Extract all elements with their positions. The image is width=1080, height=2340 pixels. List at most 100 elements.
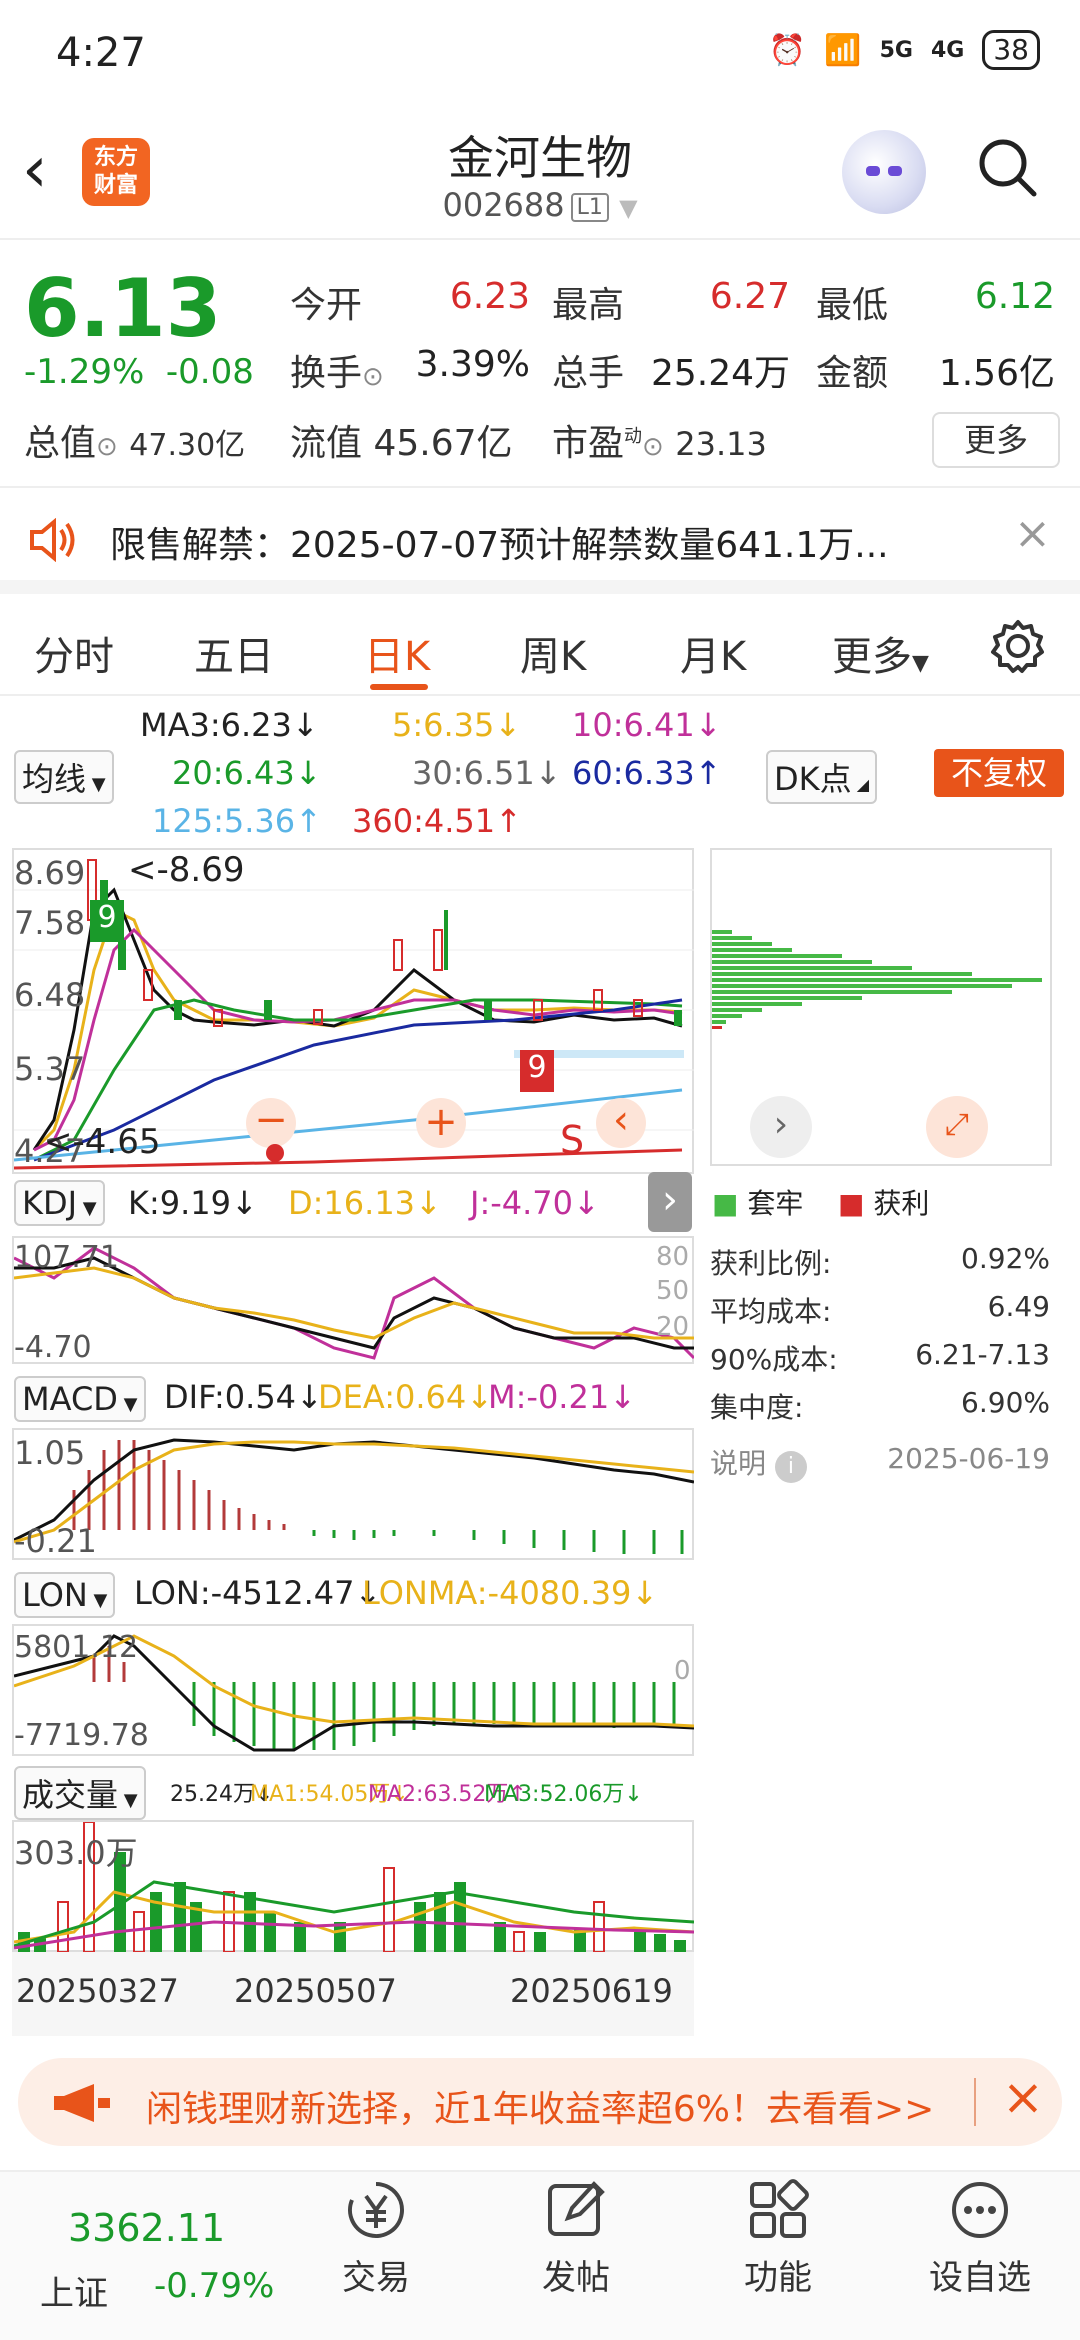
alarm-icon: ⏰ [768, 32, 807, 68]
settings-gear-icon[interactable] [990, 618, 1046, 674]
kdj-selector[interactable]: KDJ ▼ [14, 1180, 105, 1226]
ma360-legend: 360:4.51↑ [352, 802, 522, 840]
adjust-price-button[interactable]: 不复权 [934, 749, 1064, 797]
ma60-legend: 60:6.33↑ [572, 754, 722, 792]
current-price: 6.13 [24, 262, 222, 355]
lon-y-bottom: -7719.78 [14, 1718, 149, 1753]
info-icon: i [774, 1451, 807, 1483]
chip-distribution-chart: › ⤢ [710, 848, 1052, 1166]
pe-label: 市盈动⊙ 23.13 [552, 423, 767, 464]
kdj-ref-20: 20 [656, 1312, 690, 1342]
signal-5g-icon: 5G [879, 37, 913, 63]
kdj-d: D:16.13↓ [288, 1184, 442, 1222]
float-label: 流值 45.67亿 [290, 423, 513, 464]
amount-label: 金额 [816, 353, 889, 394]
macd-y-bottom: -0.21 [14, 1522, 97, 1560]
chip-next-button[interactable]: › [750, 1096, 812, 1158]
indicator-expand-button[interactable]: › [648, 1172, 692, 1232]
status-time: 4:27 [56, 30, 146, 76]
nav-add-watchlist[interactable]: 设自选 [910, 2178, 1050, 2299]
tab-monthly-k[interactable]: 月K [680, 624, 746, 682]
mktcap-label: 总值⊙ 47.30亿 [24, 423, 246, 464]
tab-weekly-k[interactable]: 周K [520, 624, 586, 682]
high-value: 6.27 [709, 276, 790, 317]
ma125-legend: 125:5.36↑ [152, 802, 322, 840]
macd-selector[interactable]: MACD ▼ [14, 1376, 146, 1422]
status-bar: 4:27 ⏰ 📶 5G 4G 38 [0, 0, 1080, 110]
ma3-legend: MA3:6.23↓ [140, 706, 319, 744]
search-icon[interactable] [976, 136, 1038, 198]
scroll-left-button[interactable]: ‹ [596, 1098, 646, 1148]
ma30-legend: 30:6.51↓ [412, 754, 562, 792]
float-value: 45.67亿 [373, 423, 513, 464]
quote-panel: 6.13 -1.29% -0.08 今开 6.23 最高 6.27 最低 6.1… [0, 242, 1080, 488]
volume-selector[interactable]: 成交量 ▼ [14, 1766, 146, 1820]
ma10-legend: 10:6.41↓ [572, 706, 722, 744]
promo-text: 闲钱理财新选择，近1年收益率超6%！去看看>> [146, 2089, 935, 2130]
kdj-ref-80: 80 [656, 1242, 690, 1272]
high-marker: <-8.69 [128, 850, 245, 890]
ma10-line [33, 927, 683, 1152]
nav-trade-label: 交易 [342, 2258, 410, 2298]
expand-icon[interactable]: ⤢ [926, 1096, 988, 1158]
tab-daily-k[interactable]: 日K [364, 624, 430, 682]
promo-divider [974, 2078, 976, 2126]
chevron-down-icon: ▼ [619, 194, 638, 222]
active-tab-indicator [370, 684, 428, 690]
zoom-in-button[interactable]: + [416, 1098, 466, 1148]
index-name: 上证 [40, 2274, 108, 2314]
macd-m: M:-0.21↓ [488, 1378, 636, 1416]
tab-timeshare[interactable]: 分时 [34, 624, 114, 682]
robot-assistant-icon[interactable] [842, 130, 926, 214]
level-tag: L1 [570, 192, 609, 222]
signal-4g-icon: 4G [930, 37, 965, 63]
dk-point-selector[interactable]: DK点 ◢ [766, 750, 878, 804]
nav-trade[interactable]: 交易 [306, 2178, 446, 2299]
date-axis: 20250327 20250507 20250619 [12, 1952, 694, 2036]
lon-value: LON:-4512.47↓ [134, 1574, 382, 1612]
kdj-j: J:-4.70↓ [470, 1184, 600, 1222]
kdj-chart: 107.71 -4.70 80 50 20 [12, 1236, 694, 1365]
chip-row-90-cost: 90%成本: 6.21-7.13 [710, 1338, 1050, 1376]
lon-selector[interactable]: LON ▼ [14, 1572, 116, 1618]
nav-functions[interactable]: 功能 [708, 2178, 848, 2299]
nav-post[interactable]: 发帖 [506, 2178, 646, 2299]
kdj-ref-50: 50 [656, 1276, 690, 1306]
stock-code-text: 002688 [442, 186, 565, 224]
promo-banner[interactable]: 闲钱理财新选择，近1年收益率超6%！去看看>> × [18, 2058, 1062, 2146]
nav-functions-label: 功能 [744, 2258, 812, 2298]
chip-note-row[interactable]: 说明 i 2025-06-19 [710, 1442, 1050, 1483]
y-label-4: 5.37 [14, 1050, 86, 1088]
index-value[interactable]: 3362.11 [68, 2206, 225, 2250]
lon-y-top: 5801.12 [14, 1630, 139, 1665]
more-quote-button[interactable]: 更多 [932, 412, 1060, 468]
tab-more[interactable]: 更多▼ [832, 624, 929, 682]
high-label: 最高 [552, 285, 625, 326]
macd-y-top: 1.05 [14, 1434, 86, 1472]
megaphone-icon [54, 2084, 110, 2122]
post-edit-icon [548, 2181, 605, 2236]
macd-dif: DIF:0.54↓ [164, 1378, 323, 1416]
lon-chart: 5801.12 -7719.78 0 [12, 1624, 694, 1756]
sequence-9-green: 9 [90, 900, 124, 942]
ma-selector[interactable]: 均线 ▼ [14, 750, 114, 804]
promo-close-icon[interactable]: × [1002, 2068, 1044, 2126]
open-value: 6.23 [449, 276, 530, 317]
pe-value: 23.13 [675, 425, 767, 463]
volume-chart: 303.0万 [12, 1820, 694, 1952]
ma20-legend: 20:6.43↓ [172, 754, 322, 792]
macd-chart: 1.05 -0.21 [12, 1428, 694, 1560]
volume-label: 总手 [552, 353, 625, 394]
trade-yen-icon [348, 2182, 404, 2238]
zoom-out-button[interactable]: − [246, 1098, 296, 1148]
date-label-3: 20250619 [510, 1972, 673, 2010]
tab-five-day[interactable]: 五日 [194, 624, 274, 682]
unlock-notice[interactable]: 限售解禁：2025-07-07预计解禁数量641.1万... × [0, 490, 1080, 594]
kline-chart[interactable]: 8.69 7.58 6.48 5.37 4.27 <-8.69 <-4.65 9… [12, 848, 694, 1174]
kdj-y-bottom: -4.70 [14, 1330, 92, 1365]
close-icon[interactable]: × [1014, 508, 1051, 559]
low-marker: <-4.65 [44, 1122, 161, 1162]
change-amount: -0.08 [165, 352, 254, 392]
turnover-label: 换手⊙ [290, 353, 384, 394]
functions-grid-icon [750, 2179, 809, 2238]
